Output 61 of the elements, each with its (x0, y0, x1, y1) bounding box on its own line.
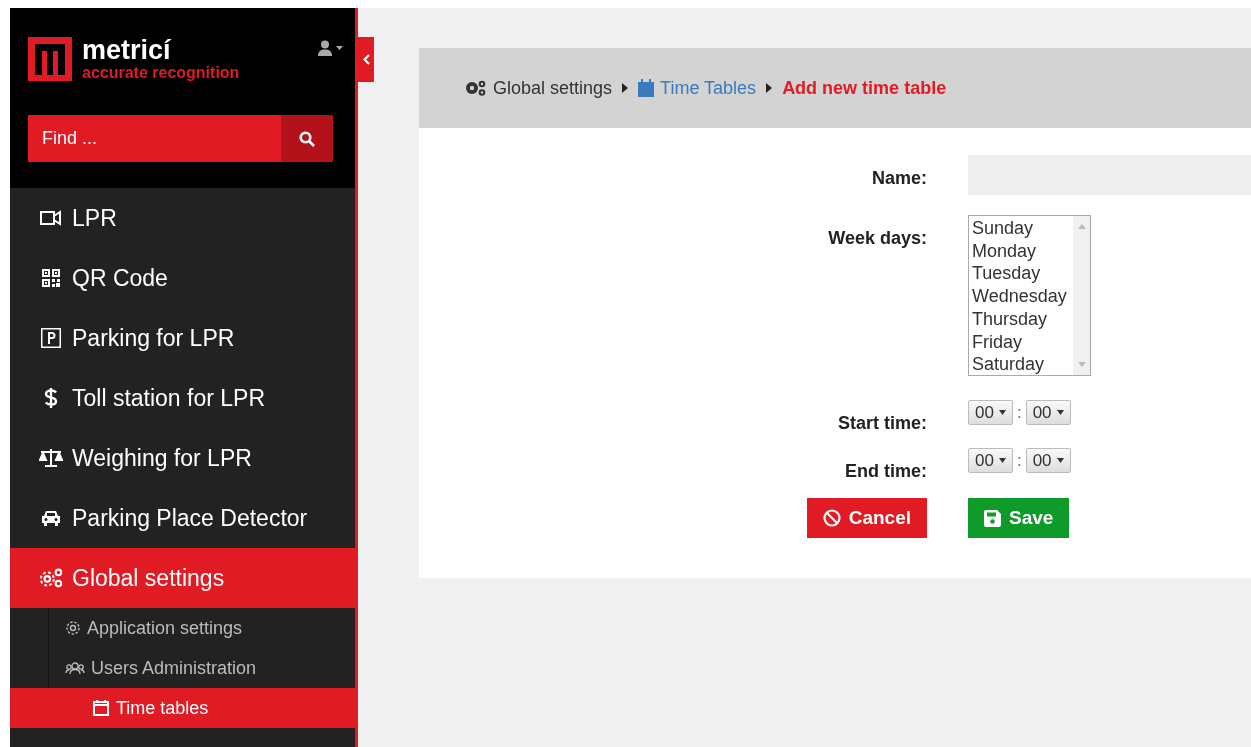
balance-scale-icon (39, 448, 63, 468)
name-label: Name: (870, 168, 927, 189)
logo-name: metricí (82, 37, 172, 64)
logo-icon (28, 37, 72, 81)
caret-down-icon (998, 458, 1006, 463)
cancel-button[interactable]: Cancel (806, 498, 927, 538)
save-button[interactable]: Save (968, 498, 1070, 538)
week-days-label: Week days: (827, 228, 927, 249)
sidebar-item[interactable]: Global settings (10, 548, 355, 608)
caret-down-icon (998, 410, 1006, 415)
end-time-label: End time: (844, 461, 927, 482)
gear-icon (65, 620, 81, 636)
caret-down-icon (1056, 410, 1064, 415)
caret-down-icon (336, 46, 343, 50)
caret-down-icon (1056, 458, 1064, 463)
minute-select[interactable]: 00 (1025, 448, 1071, 473)
parking-sign-icon (40, 327, 62, 349)
ban-icon (822, 509, 841, 527)
video-camera-icon (40, 210, 62, 226)
week-day-option[interactable]: Tuesday (972, 262, 1070, 286)
week-day-option[interactable]: Saturday (972, 353, 1070, 376)
car-icon (40, 509, 62, 527)
caret-right-icon (622, 83, 629, 93)
dollar-icon (44, 387, 58, 409)
week-day-option[interactable]: Monday (972, 239, 1070, 263)
submenu-item[interactable]: Time tables (10, 688, 355, 728)
qr-code-icon (42, 269, 60, 287)
sidebar-item[interactable]: Parking Place Detector (10, 488, 355, 548)
sidebar-item[interactable]: Toll station for LPR (10, 368, 355, 428)
chevron-left-icon (362, 54, 370, 65)
users-icon (65, 661, 85, 675)
week-day-option[interactable]: Wednesday (972, 285, 1070, 308)
caret-right-icon (766, 83, 773, 93)
calendar-icon (638, 79, 655, 97)
time-separator: : (1016, 450, 1022, 471)
gears-icon (465, 80, 487, 96)
minute-select[interactable]: 00 (1025, 400, 1071, 425)
week-day-option[interactable]: Friday (972, 330, 1070, 354)
search-button[interactable] (281, 115, 333, 162)
submenu-item[interactable]: Application settings (10, 608, 355, 648)
search-icon (299, 130, 315, 147)
sidebar-item[interactable]: LPR (10, 188, 355, 248)
breadcrumb-current: Add new time table (782, 77, 947, 99)
start-time-label: Start time: (837, 413, 927, 434)
sidebar-item[interactable]: Parking for LPR (10, 308, 355, 368)
calendar-icon (92, 699, 110, 717)
gears-icon (38, 567, 64, 589)
hour-select[interactable]: 00 (968, 400, 1013, 425)
sidebar-item[interactable]: Weighing for LPR (10, 428, 355, 488)
hour-select[interactable]: 00 (968, 448, 1013, 473)
breadcrumb-link[interactable]: Global settings (465, 77, 613, 99)
search-field[interactable]: Find ... (28, 115, 281, 162)
week-day-option[interactable]: Thursday (972, 307, 1070, 331)
week-days-listbox[interactable]: Sunday Monday Tuesday Wednesday Thursday Friday Saturday (968, 215, 1091, 376)
sidebar-collapse-button[interactable] (358, 37, 374, 82)
logo-tagline: accurate recognition (82, 65, 240, 81)
time-separator: : (1016, 402, 1022, 423)
submenu-item[interactable]: Users Administration (10, 648, 355, 688)
week-day-option[interactable]: Sunday (972, 217, 1070, 240)
sidebar-item[interactable]: QR Code (10, 248, 355, 308)
user-menu-button[interactable] (318, 40, 343, 56)
